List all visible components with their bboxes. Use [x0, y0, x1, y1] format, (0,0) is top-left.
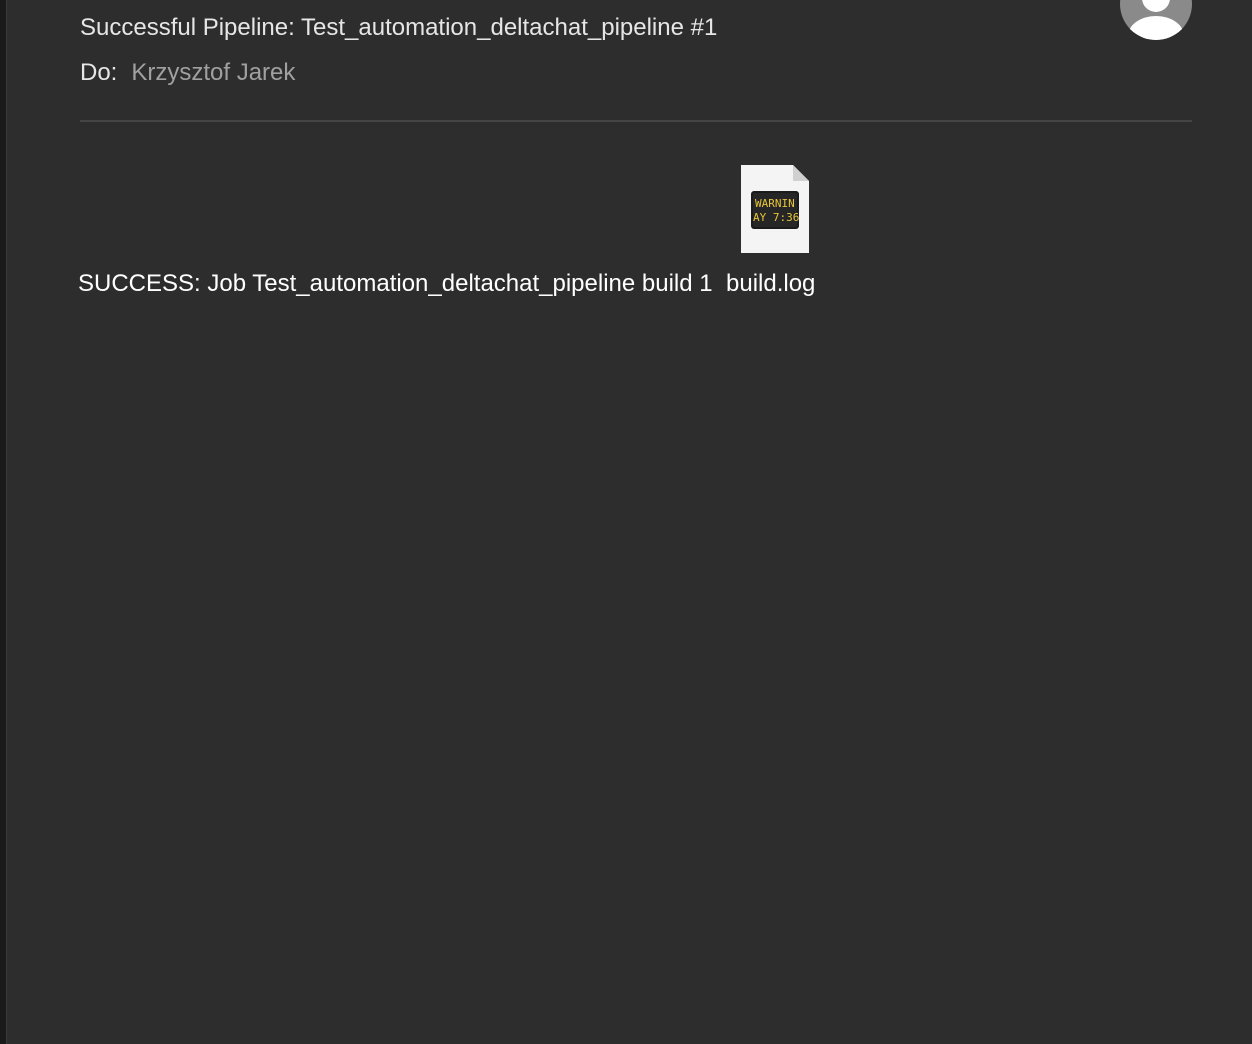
email-body: SUCCESS: Job Test_automation_deltachat_p… — [78, 270, 713, 297]
person-icon — [1142, 0, 1170, 12]
console-log-file-icon: WARNIN AY 7:36 — [741, 165, 809, 253]
header-divider — [80, 120, 1192, 122]
sender-avatar[interactable] — [1120, 0, 1192, 40]
email-viewer: Successful Pipeline: Test_automation_del… — [0, 0, 1252, 1044]
email-subject: Successful Pipeline: Test_automation_del… — [80, 14, 718, 41]
recipient-name[interactable]: Krzysztof Jarek — [131, 59, 295, 86]
svg-text:WARNIN: WARNIN — [755, 197, 795, 210]
recipient-label: Do: — [80, 59, 118, 86]
attachment-build-log[interactable]: WARNIN AY 7:36 build.log — [724, 164, 828, 304]
window-left-edge — [0, 0, 7, 1044]
attachment-file-name: build.log — [726, 270, 816, 297]
recipient-row: Do: Krzysztof Jarek — [80, 59, 295, 87]
svg-text:AY 7:36: AY 7:36 — [753, 211, 799, 224]
